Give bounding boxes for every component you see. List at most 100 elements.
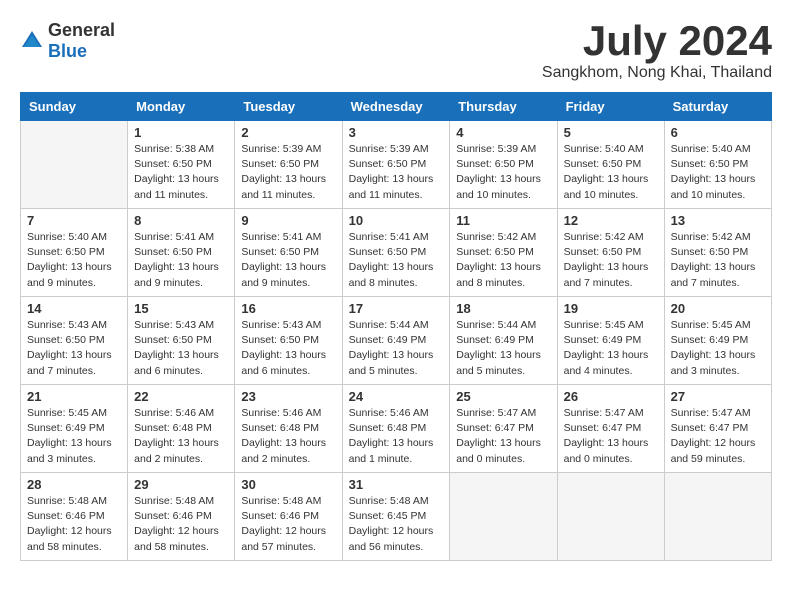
logo-general: General [48, 20, 115, 40]
day-info: Sunrise: 5:47 AM Sunset: 6:47 PM Dayligh… [456, 406, 550, 467]
day-info: Sunrise: 5:41 AM Sunset: 6:50 PM Dayligh… [241, 230, 335, 291]
week-row-0: 1 Sunrise: 5:38 AM Sunset: 6:50 PM Daylig… [21, 121, 772, 209]
day-info: Sunrise: 5:40 AM Sunset: 6:50 PM Dayligh… [564, 142, 658, 203]
day-number: 28 [27, 477, 121, 492]
calendar-cell: 18 Sunrise: 5:44 AM Sunset: 6:49 PM Dayli… [450, 297, 557, 385]
day-info: Sunrise: 5:43 AM Sunset: 6:50 PM Dayligh… [134, 318, 228, 379]
day-info: Sunrise: 5:48 AM Sunset: 6:45 PM Dayligh… [349, 494, 444, 555]
day-number: 30 [241, 477, 335, 492]
calendar-cell: 20 Sunrise: 5:45 AM Sunset: 6:49 PM Dayli… [664, 297, 771, 385]
header-row: SundayMondayTuesdayWednesdayThursdayFrid… [21, 93, 772, 121]
title-block: July 2024 Sangkhom, Nong Khai, Thailand [542, 20, 772, 82]
day-info: Sunrise: 5:46 AM Sunset: 6:48 PM Dayligh… [349, 406, 444, 467]
day-number: 12 [564, 213, 658, 228]
header-day-wednesday: Wednesday [342, 93, 450, 121]
calendar-cell: 19Sunrise: 5:45 AM Sunset: 6:49 PM Dayli… [557, 297, 664, 385]
calendar-body: 1 Sunrise: 5:38 AM Sunset: 6:50 PM Daylig… [21, 121, 772, 561]
day-info: Sunrise: 5:46 AM Sunset: 6:48 PM Dayligh… [241, 406, 335, 467]
day-number: 14 [27, 301, 121, 316]
day-number: 27 [671, 389, 765, 404]
header-day-thursday: Thursday [450, 93, 557, 121]
week-row-1: 7Sunrise: 5:40 AM Sunset: 6:50 PM Daylig… [21, 209, 772, 297]
day-number: 10 [349, 213, 444, 228]
calendar-cell: 3Sunrise: 5:39 AM Sunset: 6:50 PM Daylig… [342, 121, 450, 209]
calendar-cell: 25Sunrise: 5:47 AM Sunset: 6:47 PM Dayli… [450, 385, 557, 473]
day-number: 21 [27, 389, 121, 404]
day-number: 5 [564, 125, 658, 140]
day-number: 13 [671, 213, 765, 228]
calendar-cell: 5 Sunrise: 5:40 AM Sunset: 6:50 PM Daylig… [557, 121, 664, 209]
calendar-cell: 26 Sunrise: 5:47 AM Sunset: 6:47 PM Dayli… [557, 385, 664, 473]
calendar-cell: 7Sunrise: 5:40 AM Sunset: 6:50 PM Daylig… [21, 209, 128, 297]
day-info: Sunrise: 5:44 AM Sunset: 6:49 PM Dayligh… [456, 318, 550, 379]
day-info: Sunrise: 5:47 AM Sunset: 6:47 PM Dayligh… [564, 406, 658, 467]
header-day-tuesday: Tuesday [235, 93, 342, 121]
calendar-cell: 28 Sunrise: 5:48 AM Sunset: 6:46 PM Dayli… [21, 473, 128, 561]
day-info: Sunrise: 5:43 AM Sunset: 6:50 PM Dayligh… [241, 318, 335, 379]
calendar-cell: 21 Sunrise: 5:45 AM Sunset: 6:49 PM Dayli… [21, 385, 128, 473]
logo: General Blue [20, 20, 115, 62]
day-number: 29 [134, 477, 228, 492]
calendar-cell [450, 473, 557, 561]
calendar-cell: 12Sunrise: 5:42 AM Sunset: 6:50 PM Dayli… [557, 209, 664, 297]
day-info: Sunrise: 5:38 AM Sunset: 6:50 PM Dayligh… [134, 142, 228, 203]
week-row-2: 14 Sunrise: 5:43 AM Sunset: 6:50 PM Dayli… [21, 297, 772, 385]
calendar-cell: 24 Sunrise: 5:46 AM Sunset: 6:48 PM Dayli… [342, 385, 450, 473]
header-day-monday: Monday [128, 93, 235, 121]
calendar-cell: 15 Sunrise: 5:43 AM Sunset: 6:50 PM Dayli… [128, 297, 235, 385]
location-title: Sangkhom, Nong Khai, Thailand [542, 64, 772, 82]
day-number: 17 [349, 301, 444, 316]
day-info: Sunrise: 5:48 AM Sunset: 6:46 PM Dayligh… [241, 494, 335, 555]
day-info: Sunrise: 5:48 AM Sunset: 6:46 PM Dayligh… [134, 494, 228, 555]
day-number: 15 [134, 301, 228, 316]
week-row-4: 28 Sunrise: 5:48 AM Sunset: 6:46 PM Dayli… [21, 473, 772, 561]
day-info: Sunrise: 5:44 AM Sunset: 6:49 PM Dayligh… [349, 318, 444, 379]
calendar-cell: 10 Sunrise: 5:41 AM Sunset: 6:50 PM Dayli… [342, 209, 450, 297]
page-header: General Blue July 2024 Sangkhom, Nong Kh… [20, 20, 772, 82]
calendar-cell [21, 121, 128, 209]
calendar-cell: 4 Sunrise: 5:39 AM Sunset: 6:50 PM Daylig… [450, 121, 557, 209]
calendar-cell: 17 Sunrise: 5:44 AM Sunset: 6:49 PM Dayli… [342, 297, 450, 385]
calendar-cell: 8Sunrise: 5:41 AM Sunset: 6:50 PM Daylig… [128, 209, 235, 297]
day-number: 26 [564, 389, 658, 404]
day-info: Sunrise: 5:43 AM Sunset: 6:50 PM Dayligh… [27, 318, 121, 379]
calendar-cell: 14 Sunrise: 5:43 AM Sunset: 6:50 PM Dayli… [21, 297, 128, 385]
calendar-cell: 13 Sunrise: 5:42 AM Sunset: 6:50 PM Dayli… [664, 209, 771, 297]
calendar: SundayMondayTuesdayWednesdayThursdayFrid… [20, 92, 772, 561]
day-info: Sunrise: 5:47 AM Sunset: 6:47 PM Dayligh… [671, 406, 765, 467]
day-info: Sunrise: 5:42 AM Sunset: 6:50 PM Dayligh… [671, 230, 765, 291]
calendar-cell [557, 473, 664, 561]
calendar-cell: 27 Sunrise: 5:47 AM Sunset: 6:47 PM Dayli… [664, 385, 771, 473]
day-info: Sunrise: 5:45 AM Sunset: 6:49 PM Dayligh… [564, 318, 658, 379]
day-info: Sunrise: 5:45 AM Sunset: 6:49 PM Dayligh… [27, 406, 121, 467]
calendar-cell [664, 473, 771, 561]
day-info: Sunrise: 5:48 AM Sunset: 6:46 PM Dayligh… [27, 494, 121, 555]
day-number: 1 [134, 125, 228, 140]
calendar-cell: 11 Sunrise: 5:42 AM Sunset: 6:50 PM Dayli… [450, 209, 557, 297]
header-day-sunday: Sunday [21, 93, 128, 121]
calendar-cell: 30 Sunrise: 5:48 AM Sunset: 6:46 PM Dayli… [235, 473, 342, 561]
calendar-cell: 16Sunrise: 5:43 AM Sunset: 6:50 PM Dayli… [235, 297, 342, 385]
day-number: 20 [671, 301, 765, 316]
day-number: 11 [456, 213, 550, 228]
week-row-3: 21 Sunrise: 5:45 AM Sunset: 6:49 PM Dayli… [21, 385, 772, 473]
day-number: 22 [134, 389, 228, 404]
header-day-saturday: Saturday [664, 93, 771, 121]
day-number: 24 [349, 389, 444, 404]
day-number: 23 [241, 389, 335, 404]
calendar-cell: 29 Sunrise: 5:48 AM Sunset: 6:46 PM Dayli… [128, 473, 235, 561]
logo-blue: Blue [48, 41, 87, 61]
day-number: 31 [349, 477, 444, 492]
day-number: 9 [241, 213, 335, 228]
calendar-cell: 6Sunrise: 5:40 AM Sunset: 6:50 PM Daylig… [664, 121, 771, 209]
day-info: Sunrise: 5:45 AM Sunset: 6:49 PM Dayligh… [671, 318, 765, 379]
day-info: Sunrise: 5:41 AM Sunset: 6:50 PM Dayligh… [349, 230, 444, 291]
day-number: 4 [456, 125, 550, 140]
calendar-cell: 31 Sunrise: 5:48 AM Sunset: 6:45 PM Dayli… [342, 473, 450, 561]
calendar-cell: 1 Sunrise: 5:38 AM Sunset: 6:50 PM Daylig… [128, 121, 235, 209]
day-info: Sunrise: 5:42 AM Sunset: 6:50 PM Dayligh… [456, 230, 550, 291]
day-info: Sunrise: 5:39 AM Sunset: 6:50 PM Dayligh… [241, 142, 335, 203]
calendar-cell: 22Sunrise: 5:46 AM Sunset: 6:48 PM Dayli… [128, 385, 235, 473]
day-number: 18 [456, 301, 550, 316]
day-info: Sunrise: 5:39 AM Sunset: 6:50 PM Dayligh… [456, 142, 550, 203]
